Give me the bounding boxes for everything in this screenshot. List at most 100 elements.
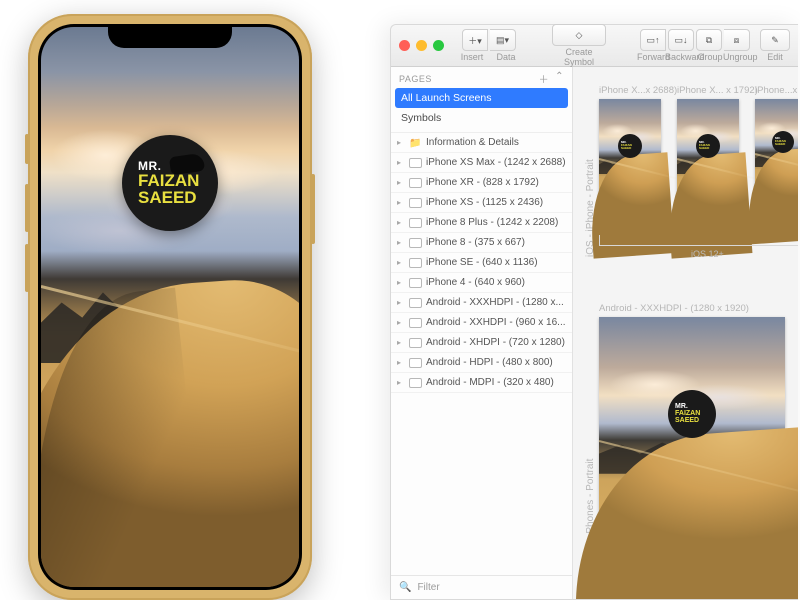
minimize-window-button[interactable] — [416, 40, 427, 51]
layer-iphone-xs-max[interactable]: ▸ iPhone XS Max - (1242 x 2688) — [391, 153, 572, 173]
layer-android-hdpi[interactable]: ▸ Android - HDPI - (480 x 800) — [391, 353, 572, 373]
layer-label: iPhone XS - (1125 x 2436) — [426, 197, 543, 208]
ungroup-label: Ungroup — [723, 52, 753, 62]
phone-bezel: MR. FAIZAN SAEED — [38, 24, 302, 590]
sidebar: PAGES ＋ ⌃ All Launch Screens Symbols ▸ 📁… — [391, 67, 573, 599]
phone-screen: MR. FAIZAN SAEED — [41, 27, 299, 587]
chevron-right-icon: ▸ — [397, 278, 405, 287]
ios-guide-caption: iOS 12+ — [691, 249, 724, 259]
layer-folder-information[interactable]: ▸ 📁 Information & Details — [391, 133, 572, 153]
artboard-icon — [409, 198, 422, 208]
edit-label: Edit — [767, 52, 783, 62]
layer-label: Android - XHDPI - (720 x 1280) — [426, 337, 565, 348]
zoom-window-button[interactable] — [433, 40, 444, 51]
layer-label: Android - MDPI - (320 x 480) — [426, 377, 554, 388]
artboard-icon — [409, 358, 422, 368]
page-label: All Launch Screens — [401, 92, 491, 104]
layer-android-xxxhdpi[interactable]: ▸Android - XXXHDPI - (1280 x... — [391, 293, 572, 313]
layer-iphone-8-plus[interactable]: ▸iPhone 8 Plus - (1242 x 2208) — [391, 213, 572, 233]
chevron-right-icon: ▸ — [397, 378, 405, 387]
layer-label: Information & Details — [426, 137, 519, 148]
add-page-icon[interactable]: ＋ — [539, 71, 550, 86]
layer-iphone-xr[interactable]: ▸ iPhone XR - (828 x 1792) — [391, 173, 572, 193]
data-label: Data — [490, 52, 522, 62]
insert-button[interactable]: ＋▾ — [462, 29, 488, 51]
artboard-icon — [409, 278, 422, 288]
guide-tick — [599, 235, 600, 245]
artboard-android-xxxhdpi[interactable]: MR. FAIZAN SAEED — [599, 317, 785, 597]
artboard-icon — [409, 218, 422, 228]
artboard-label-3[interactable]: iPhone...x 2436) — [755, 85, 798, 96]
mini-logo-ln: SAEED — [699, 147, 709, 150]
layers-list: ▸ 📁 Information & Details ▸ iPhone XS Max… — [391, 132, 572, 575]
mini-logo-ln: SAEED — [775, 143, 785, 146]
chevron-right-icon: ▸ — [397, 258, 405, 267]
forward-button[interactable]: ▭↑ — [640, 29, 666, 51]
filter-placeholder: Filter — [417, 582, 439, 593]
artboard-icon — [409, 238, 422, 248]
chevron-right-icon: ▸ — [397, 178, 405, 187]
close-window-button[interactable] — [399, 40, 410, 51]
layer-label: iPhone XR - (828 x 1792) — [426, 177, 539, 188]
page-all-launch-screens[interactable]: All Launch Screens — [395, 88, 568, 108]
mini-logo-ln: SAEED — [621, 147, 631, 150]
artboard-icon — [409, 338, 422, 348]
create-symbol-button[interactable]: ◇ — [552, 24, 606, 46]
pages-header-label: PAGES — [399, 74, 432, 84]
edit-button[interactable]: ✎ — [760, 29, 790, 51]
phone-volume-up-button — [25, 184, 29, 232]
chevron-right-icon: ▸ — [397, 358, 405, 367]
artboard-label-android-1[interactable]: Android - XXXHDPI - (1280 x 1920) — [599, 303, 749, 314]
layer-iphone-8[interactable]: ▸ iPhone 8 - (375 x 667) — [391, 233, 572, 253]
logo-badge: MR. FAIZAN SAEED — [122, 135, 218, 231]
workspace: PAGES ＋ ⌃ All Launch Screens Symbols ▸ 📁… — [391, 67, 798, 599]
layer-label: Android - XXXHDPI - (1280 x... — [426, 297, 564, 308]
layer-iphone-4[interactable]: ▸ iPhone 4 - (640 x 960) — [391, 273, 572, 293]
mini-logo-mr: MR. — [675, 403, 688, 410]
artboard-icon — [409, 378, 422, 388]
artboard-icon — [409, 258, 422, 268]
artboard-iphone-xs-max[interactable]: MR. FAIZAN SAEED — [599, 99, 661, 233]
backward-button[interactable]: ▭↓ — [668, 29, 694, 51]
phone-silence-switch — [25, 134, 29, 164]
group-label: Group — [697, 52, 723, 62]
layer-label: Android - XXHDPI - (960 x 16... — [426, 317, 566, 328]
layer-android-mdpi[interactable]: ▸ Android - MDPI - (320 x 480) — [391, 373, 572, 393]
sketch-window: ＋▾ ▤▾ Insert Data ◇ Create Symbol ▭↑ ▭↓ … — [390, 24, 798, 600]
page-symbols[interactable]: Symbols — [391, 108, 572, 128]
toolbar-edit-group: ✎ Edit — [760, 29, 790, 62]
layer-label: iPhone 8 - (375 x 667) — [426, 237, 525, 248]
mini-logo-fn: FAIZAN — [675, 410, 700, 417]
forward-label: Forward — [637, 52, 665, 62]
chevron-right-icon: ▸ — [397, 158, 405, 167]
artboard-icon — [409, 158, 422, 168]
layer-iphone-se[interactable]: ▸iPhone SE - (640 x 1136) — [391, 253, 572, 273]
artboard-iphone-xs[interactable]: MR. FAIZAN SAEED — [755, 99, 798, 221]
data-button[interactable]: ▤▾ — [490, 29, 516, 51]
layer-iphone-xs[interactable]: ▸ iPhone XS - (1125 x 2436) — [391, 193, 572, 213]
pages-toggle-icon[interactable]: ⌃ — [555, 71, 564, 86]
pages-header: PAGES ＋ ⌃ — [391, 67, 572, 88]
artboard-label-1[interactable]: iPhone X...x 2688) — [599, 85, 677, 96]
chevron-right-icon: ▸ — [397, 238, 405, 247]
canvas[interactable]: iOS - iPhone - Portrait iPhone X...x 268… — [573, 67, 798, 599]
layer-label: Android - HDPI - (480 x 800) — [426, 357, 553, 368]
ungroup-button[interactable]: ⧈ — [724, 29, 750, 51]
backward-label: Backward — [665, 52, 697, 62]
logo-line2: FAIZAN — [138, 172, 199, 189]
chevron-right-icon: ▸ — [397, 198, 405, 207]
layer-label: iPhone 4 - (640 x 960) — [426, 277, 525, 288]
layer-android-xhdpi[interactable]: ▸Android - XHDPI - (720 x 1280) — [391, 333, 572, 353]
layer-label: iPhone XS Max - (1242 x 2688) — [426, 157, 566, 168]
artboard-iphone-xr[interactable]: MR. FAIZAN SAEED — [677, 99, 739, 233]
mini-logo-ln: SAEED — [675, 417, 699, 424]
toolbar-symbol-group: ◇ Create Symbol — [552, 24, 606, 67]
artboard-label-2[interactable]: iPhone X... x 1792) — [677, 85, 758, 96]
layer-android-xxhdpi[interactable]: ▸Android - XXHDPI - (960 x 16... — [391, 313, 572, 333]
search-icon: 🔍 — [399, 582, 411, 593]
guide-line — [599, 245, 798, 246]
layers-filter[interactable]: 🔍 Filter — [391, 575, 572, 599]
group-button[interactable]: ⧉ — [696, 29, 722, 51]
chevron-right-icon: ▸ — [397, 138, 405, 147]
phone-mockup: MR. FAIZAN SAEED — [28, 14, 312, 600]
